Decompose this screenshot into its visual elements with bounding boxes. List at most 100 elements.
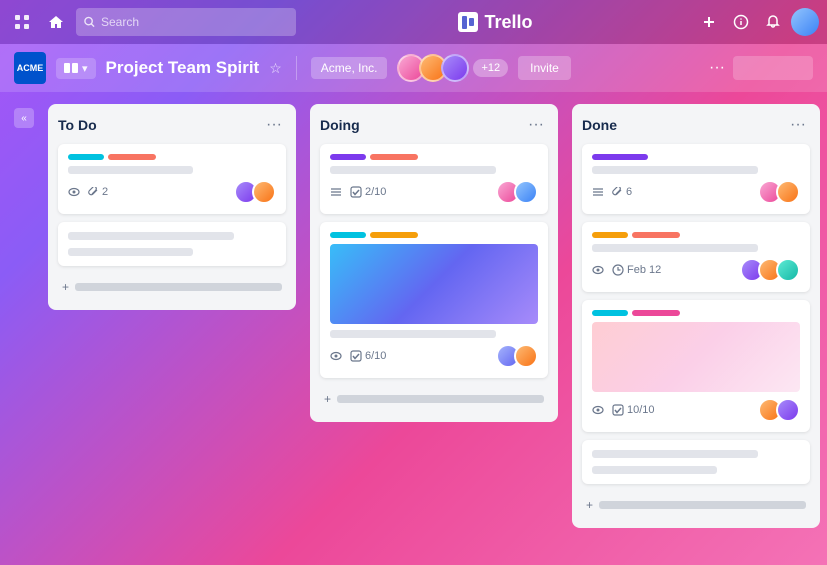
app-logo: Trello xyxy=(302,12,689,33)
card-footer: 6/10 xyxy=(330,344,538,368)
card-list-icon xyxy=(592,186,604,198)
list-title-todo: To Do xyxy=(58,117,97,133)
card-meta: 2 xyxy=(68,186,108,198)
card-done-2[interactable]: Feb 12 xyxy=(582,222,810,292)
app-name: Trello xyxy=(484,12,532,33)
search-bar[interactable] xyxy=(76,8,296,36)
label-purple xyxy=(592,154,648,160)
paperclip-count: 2 xyxy=(102,186,108,198)
list-menu-done[interactable]: ··· xyxy=(786,114,810,136)
card-assignees xyxy=(496,344,538,368)
member-avatars: +12 xyxy=(397,54,508,82)
list-doing: Doing ··· xyxy=(310,104,558,422)
card-assignees xyxy=(740,258,800,282)
info-button[interactable] xyxy=(727,8,755,36)
card-labels xyxy=(592,154,800,160)
add-card-line xyxy=(337,395,544,403)
board-view-toggle[interactable]: ▾ xyxy=(56,58,96,79)
card-footer: 2/10 xyxy=(330,180,538,204)
card-done-1[interactable]: 6 xyxy=(582,144,810,214)
search-input[interactable] xyxy=(101,15,288,29)
add-card-line xyxy=(599,501,806,509)
invite-button[interactable]: Invite xyxy=(518,56,571,80)
paperclip-count: 6 xyxy=(626,186,632,198)
card-footer: 10/10 xyxy=(592,398,800,422)
card-title-line xyxy=(592,166,758,174)
card-todo-2[interactable] xyxy=(58,222,286,266)
member-avatar[interactable] xyxy=(441,54,469,82)
card-title-line xyxy=(592,244,758,252)
label-purple xyxy=(330,154,366,160)
card-labels xyxy=(330,232,538,238)
card-meta: 2/10 xyxy=(330,186,386,198)
card-labels xyxy=(330,154,538,160)
list-todo: To Do ··· xyxy=(48,104,296,310)
assignee-avatar xyxy=(776,258,800,282)
list-menu-doing[interactable]: ··· xyxy=(524,114,548,136)
grid-icon[interactable] xyxy=(8,8,36,36)
label-yellow xyxy=(592,232,628,238)
card-doing-1[interactable]: 2/10 xyxy=(320,144,548,214)
card-checklist: 6/10 xyxy=(350,350,386,362)
card-meta: 6 xyxy=(592,186,632,198)
card-assignees xyxy=(234,180,276,204)
card-done-4[interactable] xyxy=(582,440,810,484)
card-doing-2[interactable]: 6/10 xyxy=(320,222,548,378)
star-icon[interactable]: ☆ xyxy=(269,60,282,77)
card-meta: Feb 12 xyxy=(592,264,661,276)
card-date: Feb 12 xyxy=(612,264,661,276)
add-card-doing[interactable]: + xyxy=(320,386,548,412)
card-title-line-2 xyxy=(592,466,717,474)
sidebar-toggle: « xyxy=(14,104,34,128)
checklist-count: 6/10 xyxy=(365,350,386,362)
card-checklist: 10/10 xyxy=(612,404,655,416)
card-checklist: 2/10 xyxy=(350,186,386,198)
assignee-avatar xyxy=(776,398,800,422)
card-title-line xyxy=(592,450,758,458)
collapse-button[interactable]: « xyxy=(14,108,34,128)
more-options-button[interactable]: ··· xyxy=(709,59,725,77)
card-eye xyxy=(330,350,342,362)
card-title-line xyxy=(330,330,496,338)
assignee-avatar xyxy=(776,180,800,204)
card-eye xyxy=(592,264,604,276)
home-icon[interactable] xyxy=(42,8,70,36)
board-title: Project Team Spirit xyxy=(106,58,260,78)
card-done-3[interactable]: 10/10 xyxy=(582,300,810,432)
board-content: « To Do ··· xyxy=(0,92,827,565)
org-badge[interactable]: Acme, Inc. xyxy=(311,57,388,79)
card-meta: 6/10 xyxy=(330,350,386,362)
add-button[interactable] xyxy=(695,8,723,36)
nav-right-actions xyxy=(695,8,819,36)
card-labels xyxy=(68,154,276,160)
add-icon: + xyxy=(62,280,69,294)
date-text: Feb 12 xyxy=(627,264,661,276)
list-header-todo: To Do ··· xyxy=(58,114,286,136)
assignee-avatar xyxy=(514,180,538,204)
list-menu-todo[interactable]: ··· xyxy=(262,114,286,136)
member-count[interactable]: +12 xyxy=(473,59,508,77)
card-eye xyxy=(68,186,80,198)
card-title-line xyxy=(68,232,234,240)
card-footer: 2 xyxy=(68,180,276,204)
assignee-avatar xyxy=(514,344,538,368)
card-assignees xyxy=(758,398,800,422)
list-done: Done ··· xyxy=(572,104,820,528)
add-card-done[interactable]: + xyxy=(582,492,810,518)
card-title-line xyxy=(330,166,496,174)
label-red xyxy=(370,154,418,160)
add-card-todo[interactable]: + xyxy=(58,274,286,300)
card-footer: 6 xyxy=(592,180,800,204)
card-todo-1[interactable]: 2 xyxy=(58,144,286,214)
acme-logo: ACME xyxy=(14,52,46,84)
card-labels xyxy=(592,232,800,238)
user-avatar[interactable] xyxy=(791,8,819,36)
label-pink xyxy=(632,310,680,316)
card-assignees xyxy=(496,180,538,204)
notification-bell[interactable] xyxy=(759,8,787,36)
header-right-bar xyxy=(733,56,813,80)
list-title-done: Done xyxy=(582,117,617,133)
card-eye xyxy=(592,404,604,416)
label-teal xyxy=(330,232,366,238)
list-title-doing: Doing xyxy=(320,117,360,133)
